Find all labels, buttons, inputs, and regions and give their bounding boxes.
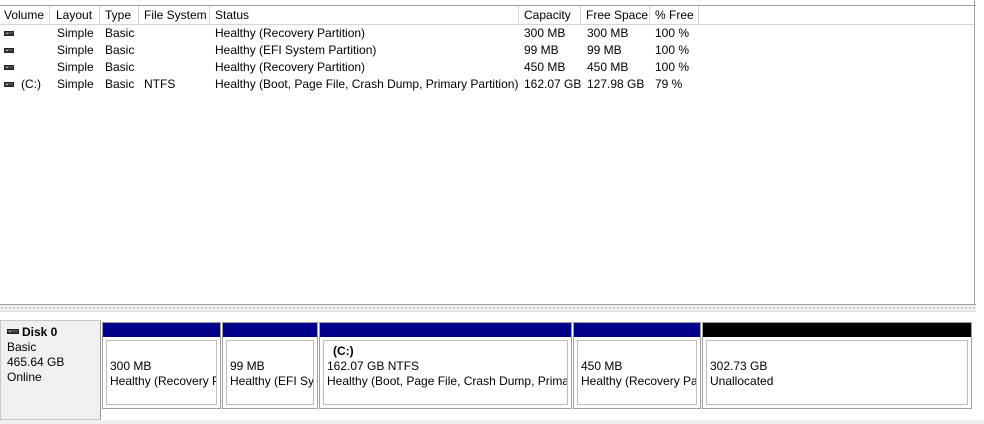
column-header-capacity[interactable]: Capacity <box>520 6 581 25</box>
partition-status: Healthy (Recovery P <box>110 374 216 388</box>
drive-icon <box>4 31 14 36</box>
cell-pct-free: 100 % <box>655 60 690 74</box>
cell-type: Basic <box>105 26 135 40</box>
table-row[interactable]: (C:) Simple Basic NTFS Healthy (Boot, Pa… <box>0 76 974 93</box>
cell-file-system <box>144 59 210 76</box>
volume-list-header: Volume Layout Type File System Status Ca… <box>0 6 974 25</box>
partition-body: 300 MB Healthy (Recovery P <box>106 340 217 405</box>
disk-type: Basic <box>7 340 37 354</box>
cell-volume <box>21 25 51 42</box>
cell-free-space: 99 MB <box>587 43 622 57</box>
partition-label <box>710 344 967 359</box>
partition-status: Healthy (Recovery Pa <box>581 374 696 388</box>
cell-layout: Simple <box>57 77 94 91</box>
cell-pct-free: 100 % <box>655 26 690 40</box>
pane-splitter[interactable] <box>0 304 976 312</box>
disk-graphical-view: Disk 0 Basic 465.64 GB Online 300 MB Hea… <box>0 312 984 424</box>
disk-status: Online <box>7 370 42 384</box>
cell-pct-free: 79 % <box>655 77 683 91</box>
partition-bar <box>103 323 220 337</box>
disk-size: 465.64 GB <box>7 355 65 369</box>
partition-size: 450 MB <box>581 359 623 373</box>
partition-status: Unallocated <box>710 374 774 388</box>
partition-size: 300 MB <box>110 359 152 373</box>
drive-icon <box>4 48 14 53</box>
partition-label <box>110 344 216 359</box>
disk-name: Disk 0 <box>22 325 58 339</box>
partition-recovery-2[interactable]: 450 MB Healthy (Recovery Pa <box>573 322 701 409</box>
cell-layout: Simple <box>57 43 94 57</box>
partition-bar <box>574 323 700 337</box>
cell-file-system: NTFS <box>144 77 176 91</box>
disk-label-panel[interactable]: Disk 0 Basic 465.64 GB Online <box>0 320 101 420</box>
partition-efi[interactable]: 99 MB Healthy (EFI Sys <box>222 322 318 409</box>
partition-bar <box>703 323 971 337</box>
column-header-status[interactable]: Status <box>211 6 519 25</box>
cell-layout: Simple <box>57 26 94 40</box>
partition-recovery-1[interactable]: 300 MB Healthy (Recovery P <box>102 322 221 409</box>
cell-pct-free: 100 % <box>655 43 690 57</box>
partition-body: 99 MB Healthy (EFI Sys <box>226 340 314 405</box>
cell-capacity: 162.07 GB <box>524 77 581 91</box>
cell-free-space: 127.98 GB <box>587 77 645 91</box>
cell-status: Healthy (Recovery Partition) <box>215 60 366 74</box>
disk-icon <box>7 329 19 334</box>
column-header-layout[interactable]: Layout <box>52 6 100 25</box>
partition-label <box>230 344 313 359</box>
partition-body: 302.73 GB Unallocated <box>706 340 968 405</box>
partition-bar <box>320 323 571 337</box>
drive-icon <box>4 65 14 70</box>
cell-status: Healthy (Recovery Partition) <box>215 26 366 40</box>
cell-volume: (C:) <box>21 77 41 91</box>
table-row[interactable]: Simple Basic Healthy (EFI System Partiti… <box>0 42 974 59</box>
column-header-free-space[interactable]: Free Space <box>582 6 650 25</box>
cell-file-system <box>144 25 210 42</box>
disk-title: Disk 0 <box>7 325 100 340</box>
cell-capacity: 300 MB <box>524 26 566 40</box>
cell-free-space: 300 MB <box>587 26 629 40</box>
cell-type: Basic <box>105 43 135 57</box>
cell-volume <box>21 59 51 76</box>
drive-icon <box>4 82 14 87</box>
column-header-type[interactable]: Type <box>101 6 139 25</box>
partition-size: 99 MB <box>230 359 265 373</box>
cell-volume <box>21 42 51 59</box>
partition-size: 162.07 GB NTFS <box>327 359 420 373</box>
partition-label: (C:) <box>333 344 354 358</box>
table-row[interactable]: Simple Basic Healthy (Recovery Partition… <box>0 25 974 42</box>
splitter-grip <box>0 307 976 309</box>
cell-file-system <box>144 42 210 59</box>
cell-layout: Simple <box>57 60 94 74</box>
partition-unallocated[interactable]: 302.73 GB Unallocated <box>702 322 972 409</box>
partition-body: (C:) 162.07 GB NTFS Healthy (Boot, Page … <box>323 340 568 405</box>
volume-list-pane: Volume Layout Type File System Status Ca… <box>0 0 984 306</box>
column-header-file-system[interactable]: File System <box>140 6 210 25</box>
cell-status: Healthy (EFI System Partition) <box>215 43 377 57</box>
cell-capacity: 99 MB <box>524 43 559 57</box>
partition-c-drive[interactable]: (C:) 162.07 GB NTFS Healthy (Boot, Page … <box>319 322 572 409</box>
column-header-pct-free[interactable]: % Free <box>651 6 699 25</box>
cell-status: Healthy (Boot, Page File, Crash Dump, Pr… <box>215 77 519 91</box>
table-row[interactable]: Simple Basic Healthy (Recovery Partition… <box>0 59 974 76</box>
volume-list-right-border <box>974 0 975 306</box>
column-header-volume[interactable]: Volume <box>0 6 50 25</box>
bottom-scroll-strip <box>0 420 984 424</box>
partition-body: 450 MB Healthy (Recovery Pa <box>577 340 697 405</box>
partition-status: Healthy (Boot, Page File, Crash Dump, Pr… <box>327 374 567 388</box>
cell-capacity: 450 MB <box>524 60 566 74</box>
partition-size: 302.73 GB <box>710 359 768 373</box>
cell-type: Basic <box>105 77 135 91</box>
cell-free-space: 450 MB <box>587 60 629 74</box>
partition-status: Healthy (EFI Sys <box>230 374 313 388</box>
cell-type: Basic <box>105 60 135 74</box>
partition-label <box>581 344 696 359</box>
partition-bar <box>223 323 317 337</box>
